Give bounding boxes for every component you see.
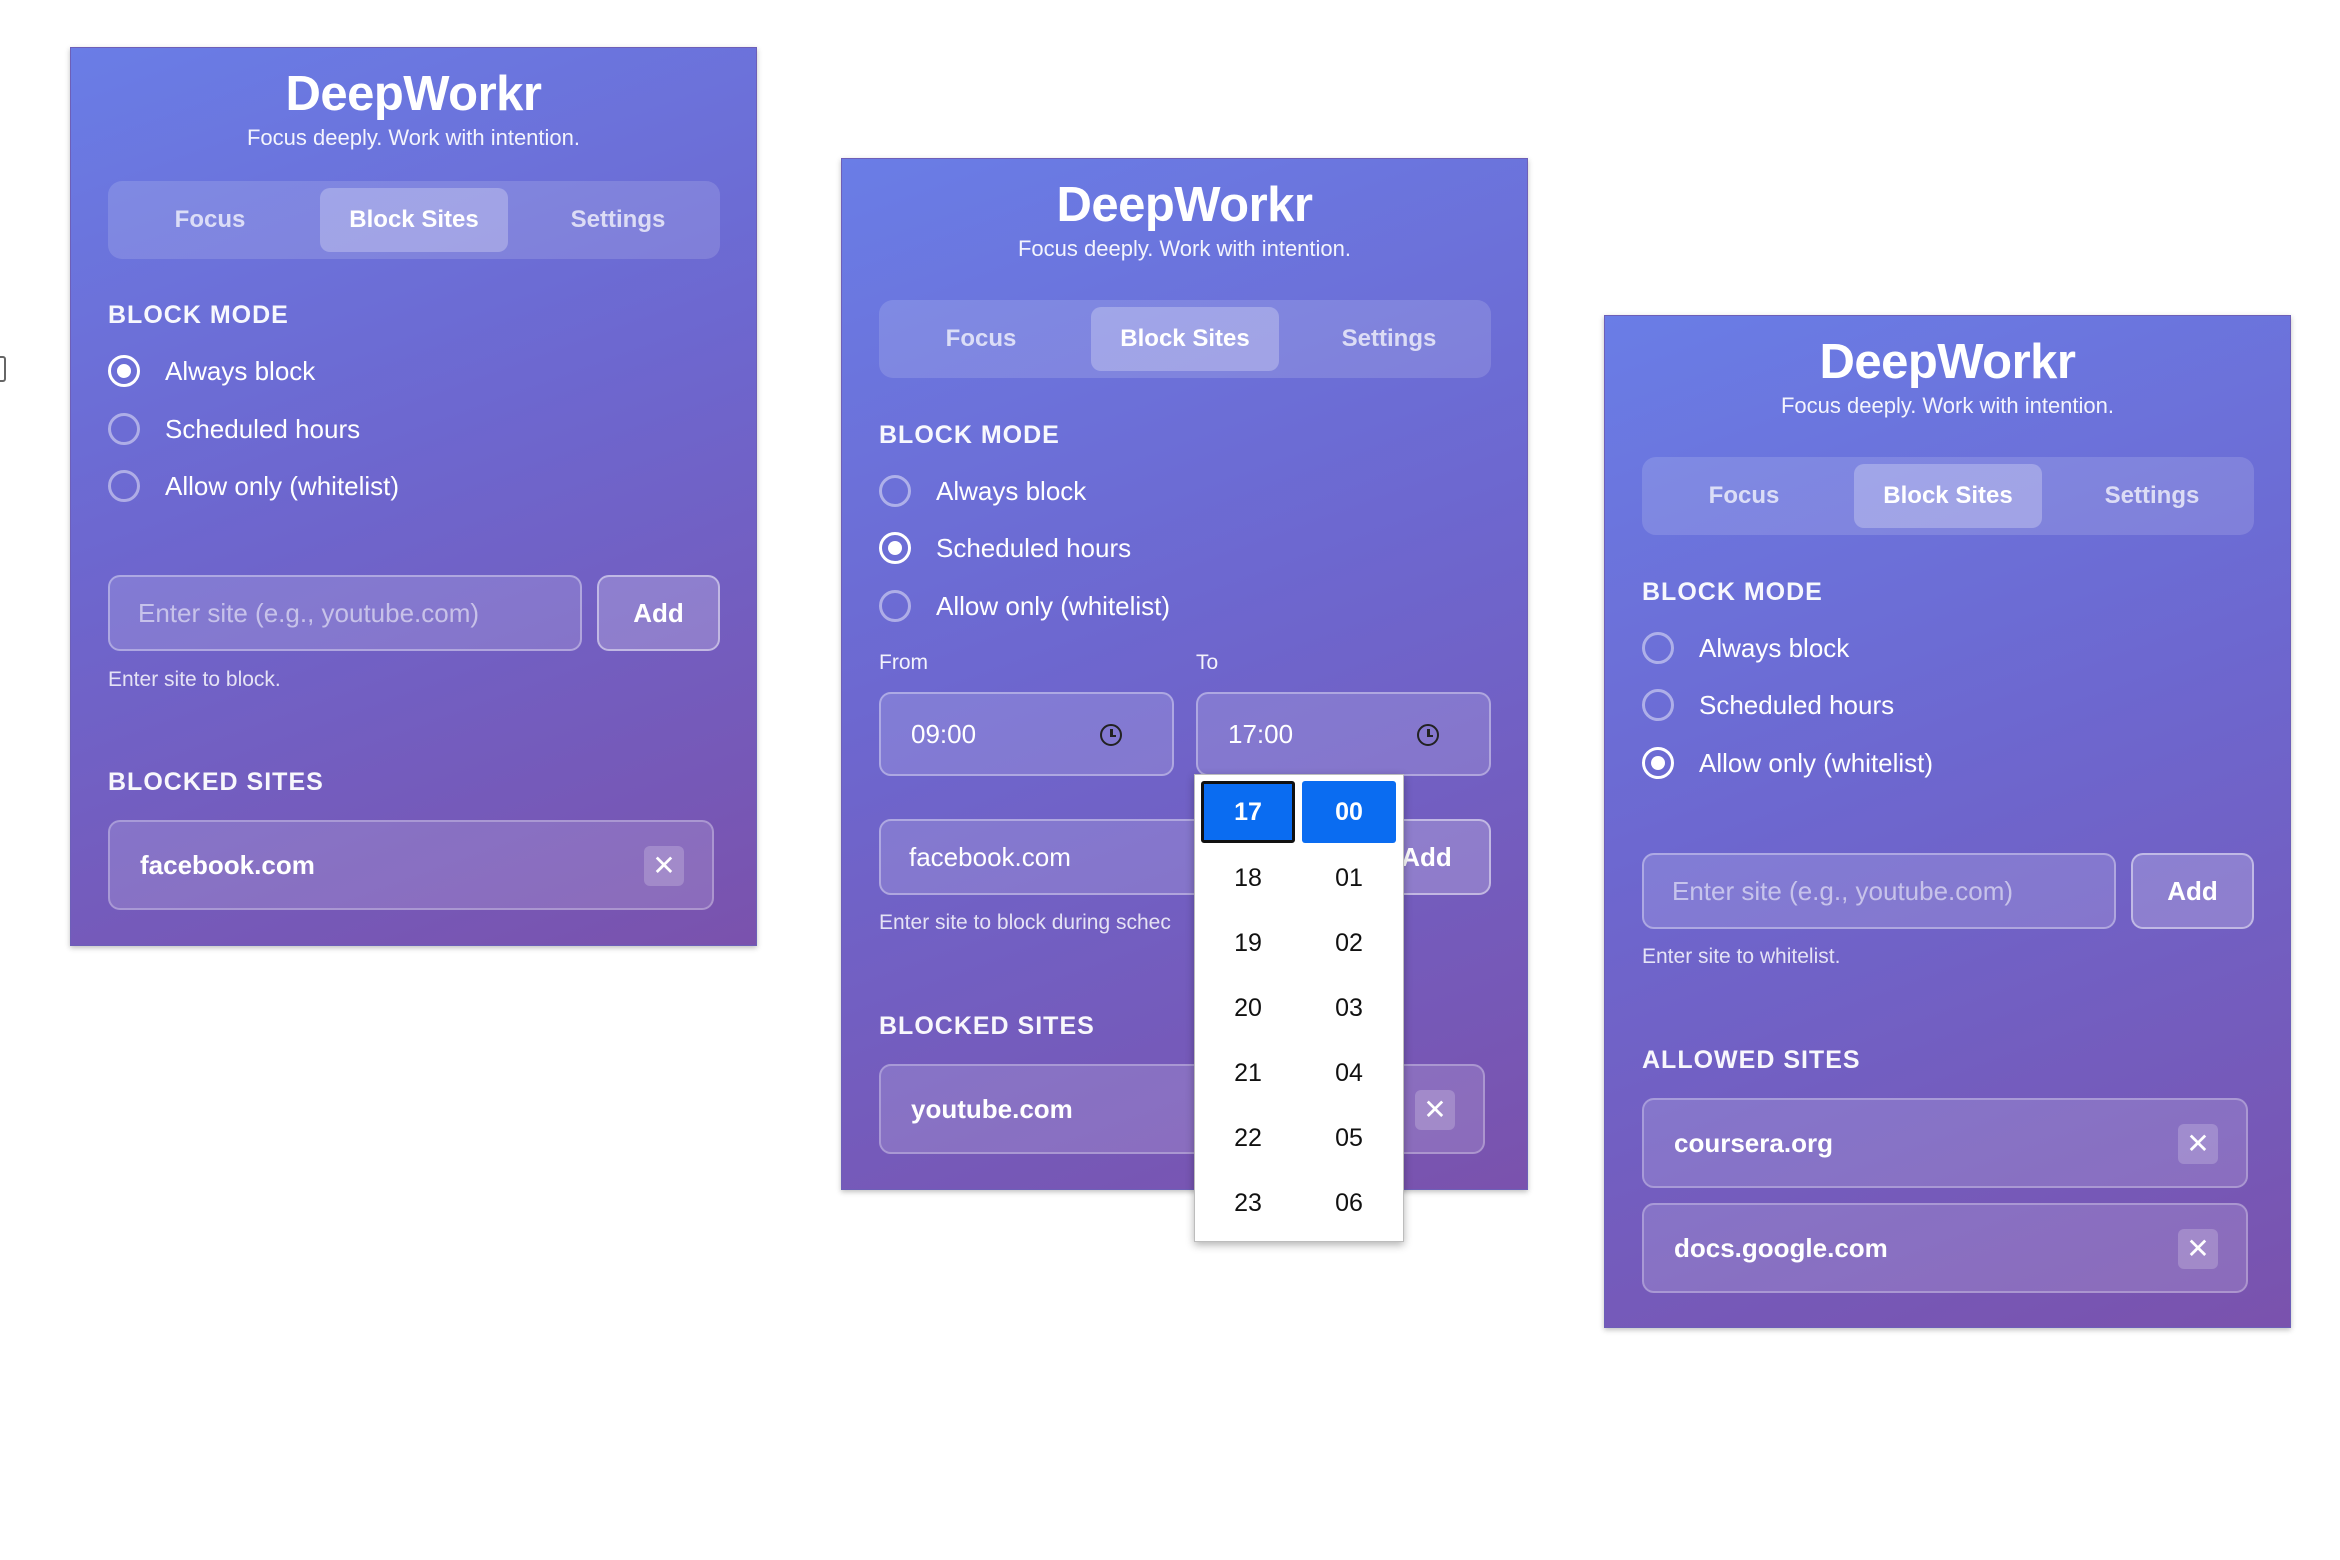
minute-option[interactable]: 00 [1302,781,1396,843]
radio-label: Always block [936,475,1087,506]
close-icon[interactable]: ✕ [1415,1090,1455,1130]
from-time-input[interactable]: 09:00 [879,692,1174,776]
to-label: To [1196,651,1219,674]
from-time-value: 09:00 [911,719,977,749]
block-mode-heading: BLOCK MODE [108,301,289,329]
tab-block-sites[interactable]: Block Sites [1854,464,2042,528]
site-list-item: coursera.org ✕ [1642,1098,2248,1188]
app-tagline: Focus deeply. Work with intention. [1780,393,2114,418]
to-time-input[interactable]: 17:00 [1196,692,1491,776]
site-name: youtube.com [911,1094,1073,1124]
app-title: DeepWorkr [285,67,542,121]
minute-option[interactable]: 03 [1302,976,1396,1041]
radio-checked-icon [108,355,140,387]
blocked-sites-heading: BLOCKED SITES [879,1012,1095,1040]
block-mode-heading: BLOCK MODE [879,421,1060,449]
from-label: From [879,651,928,674]
site-input[interactable]: Enter site (e.g., youtube.com) [1642,853,2116,929]
tab-focus[interactable]: Focus [1642,464,1846,528]
tab-settings[interactable]: Settings [1287,307,1491,371]
add-button[interactable]: Add [597,575,720,651]
radio-unchecked-icon [1642,689,1674,721]
hour-option[interactable]: 23 [1201,1171,1295,1236]
input-hint: Enter site to block. [108,668,281,691]
hour-option[interactable]: 21 [1201,1041,1295,1106]
minute-option[interactable]: 01 [1302,846,1396,911]
radio-unchecked-icon [1642,632,1674,664]
hour-column: 17 18 19 20 21 22 23 [1201,781,1295,1236]
popup-panel-scheduled: DeepWorkr Focus deeply. Work with intent… [841,158,1528,1190]
radio-allow-only[interactable]: Allow only (whitelist) [1642,743,1933,783]
app-tagline: Focus deeply. Work with intention. [1017,236,1351,261]
hour-option[interactable]: 22 [1201,1106,1295,1171]
radio-label: Scheduled hours [936,532,1132,563]
close-icon[interactable]: ✕ [2178,1229,2218,1269]
tab-block-sites[interactable]: Block Sites [320,188,508,252]
tab-block-sites[interactable]: Block Sites [1091,307,1279,371]
radio-checked-icon [1642,747,1674,779]
radio-scheduled-hours[interactable]: Scheduled hours [879,528,1131,568]
input-hint: Enter site to block during schec [879,911,1171,934]
allowed-sites-heading: ALLOWED SITES [1642,1046,1861,1074]
hour-option[interactable]: 17 [1201,781,1295,843]
app-tagline: Focus deeply. Work with intention. [246,125,580,150]
close-icon[interactable]: ✕ [644,846,684,886]
hour-option[interactable]: 18 [1201,846,1295,911]
site-name: facebook.com [140,850,315,880]
radio-label: Allow only (whitelist) [1699,747,1934,778]
radio-label: Allow only (whitelist) [936,590,1171,621]
radio-allow-only[interactable]: Allow only (whitelist) [879,586,1170,626]
radio-unchecked-icon [879,590,911,622]
minute-option[interactable]: 06 [1302,1171,1396,1236]
radio-label: Always block [1699,632,1850,663]
radio-label: Scheduled hours [1699,689,1895,720]
close-icon[interactable]: ✕ [2178,1124,2218,1164]
popup-panel-whitelist: DeepWorkr Focus deeply. Work with intent… [1604,315,2291,1328]
radio-unchecked-icon [108,470,140,502]
popup-panel-always-block: DeepWorkr Focus deeply. Work with intent… [70,47,757,946]
to-time-value: 17:00 [1228,719,1294,749]
tab-focus[interactable]: Focus [879,307,1083,371]
radio-checked-icon [879,532,911,564]
site-list-item: facebook.com ✕ [108,820,714,910]
radio-label: Always block [165,355,316,386]
radio-always-block[interactable]: Always block [108,351,315,391]
radio-scheduled-hours[interactable]: Scheduled hours [1642,685,1894,725]
hour-option[interactable]: 20 [1201,976,1295,1041]
minute-option[interactable]: 04 [1302,1041,1396,1106]
clock-icon[interactable] [1100,724,1122,746]
tab-settings[interactable]: Settings [516,188,720,252]
site-list-item: docs.google.com ✕ [1642,1203,2248,1293]
tab-settings[interactable]: Settings [2050,464,2254,528]
window-edge-icon [0,356,6,382]
radio-unchecked-icon [879,475,911,507]
site-name: docs.google.com [1674,1233,1888,1263]
radio-scheduled-hours[interactable]: Scheduled hours [108,409,360,449]
add-button[interactable]: Add [2131,853,2254,929]
site-input[interactable]: Enter site (e.g., youtube.com) [108,575,582,651]
minute-option[interactable]: 02 [1302,911,1396,976]
tab-bar: Focus Block Sites Settings [879,300,1491,378]
tab-focus[interactable]: Focus [108,188,312,252]
block-mode-heading: BLOCK MODE [1642,578,1823,606]
site-name: coursera.org [1674,1128,1833,1158]
minute-option[interactable]: 05 [1302,1106,1396,1171]
radio-unchecked-icon [108,413,140,445]
minute-column: 00 01 02 03 04 05 06 [1302,781,1396,1236]
blocked-sites-heading: BLOCKED SITES [108,768,324,796]
tab-bar: Focus Block Sites Settings [108,181,720,259]
app-title: DeepWorkr [1819,335,2076,389]
radio-always-block[interactable]: Always block [1642,628,1849,668]
radio-allow-only[interactable]: Allow only (whitelist) [108,466,399,506]
hour-option[interactable]: 19 [1201,911,1295,976]
radio-always-block[interactable]: Always block [879,471,1086,511]
tab-bar: Focus Block Sites Settings [1642,457,2254,535]
radio-label: Scheduled hours [165,413,361,444]
radio-label: Allow only (whitelist) [165,470,400,501]
time-picker-dropdown: 17 18 19 20 21 22 23 00 01 02 03 04 05 0… [1194,774,1404,1242]
clock-icon[interactable] [1417,724,1439,746]
app-title: DeepWorkr [1056,178,1313,232]
input-hint: Enter site to whitelist. [1642,945,1841,968]
